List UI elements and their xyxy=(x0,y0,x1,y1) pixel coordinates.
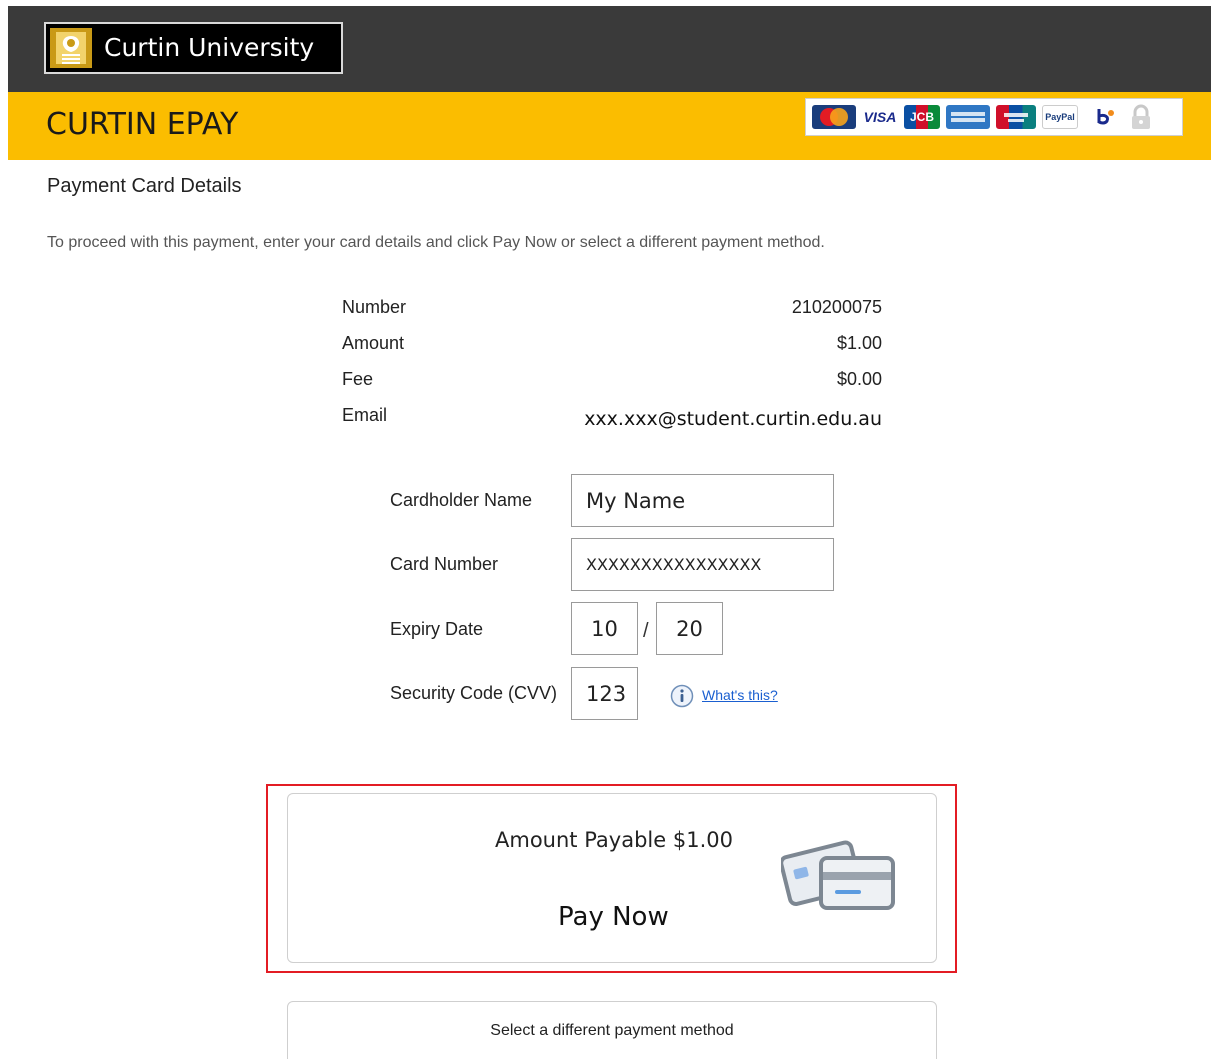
expiry-separator: / xyxy=(643,620,649,642)
cardholder-name-value: My Name xyxy=(586,488,686,513)
amex-logo xyxy=(946,105,990,129)
top-bar: Curtin University xyxy=(8,6,1211,92)
select-different-method-label: Select a different payment method xyxy=(490,1022,734,1039)
epay-banner: CURTIN EPAY VISA JCB PayPal xyxy=(8,92,1211,160)
cvv-input[interactable]: 123 xyxy=(571,667,638,720)
visa-logo: VISA xyxy=(862,105,898,129)
expiry-month-value: 10 xyxy=(591,616,618,641)
jcb-logo: JCB xyxy=(904,105,940,129)
paypal-logo: PayPal xyxy=(1042,105,1078,129)
university-name: Curtin University xyxy=(104,33,315,62)
fee-label: Fee xyxy=(342,369,374,389)
number-value: 210200075 xyxy=(791,297,882,317)
curtin-logo[interactable]: Curtin University xyxy=(44,22,343,74)
page-brand-title: CURTIN EPAY xyxy=(46,107,239,142)
mastercard-logo xyxy=(812,105,856,129)
cardholder-label: Cardholder Name xyxy=(390,490,533,510)
cardholder-name-input[interactable]: My Name xyxy=(571,474,834,527)
card-number-label: Card Number xyxy=(390,554,499,574)
number-label: Number xyxy=(342,297,407,317)
bpoint-logo xyxy=(1084,105,1124,129)
email-label: Email xyxy=(342,405,388,425)
pay-now-button[interactable]: Amount Payable $1.00 Pay Now xyxy=(287,793,937,963)
accepted-cards-strip: VISA JCB PayPal xyxy=(805,98,1183,136)
section-title: Payment Card Details xyxy=(47,175,242,197)
intro-text: To proceed with this payment, enter your… xyxy=(47,234,825,251)
amount-payable-text: Amount Payable $1.00 xyxy=(495,828,733,852)
cvv-value: 123 xyxy=(586,681,627,706)
card-number-input[interactable]: XXXXXXXXXXXXXXXX xyxy=(571,538,834,591)
email-value: xxx.xxx@student.curtin.edu.au xyxy=(584,408,882,430)
select-different-method-button[interactable]: Select a different payment method xyxy=(287,1001,937,1059)
unionpay-logo xyxy=(996,105,1036,129)
expiry-year-input[interactable]: 20 xyxy=(656,602,723,655)
amount-value: $1.00 xyxy=(836,333,882,353)
expiry-year-value: 20 xyxy=(676,616,703,641)
pay-now-label: Pay Now xyxy=(558,902,669,932)
info-icon[interactable] xyxy=(670,684,694,708)
card-number-value: XXXXXXXXXXXXXXXX xyxy=(586,555,762,574)
cvv-label: Security Code (CVV) xyxy=(390,683,558,703)
whats-this-link[interactable]: What's this? xyxy=(702,687,778,703)
shield-crest-icon xyxy=(50,28,92,68)
credit-card-icon xyxy=(779,834,897,918)
expiry-month-input[interactable]: 10 xyxy=(571,602,638,655)
amount-label: Amount xyxy=(342,333,405,353)
padlock-icon xyxy=(1130,104,1152,130)
fee-value: $0.00 xyxy=(836,369,882,389)
expiry-date-label: Expiry Date xyxy=(390,619,484,639)
